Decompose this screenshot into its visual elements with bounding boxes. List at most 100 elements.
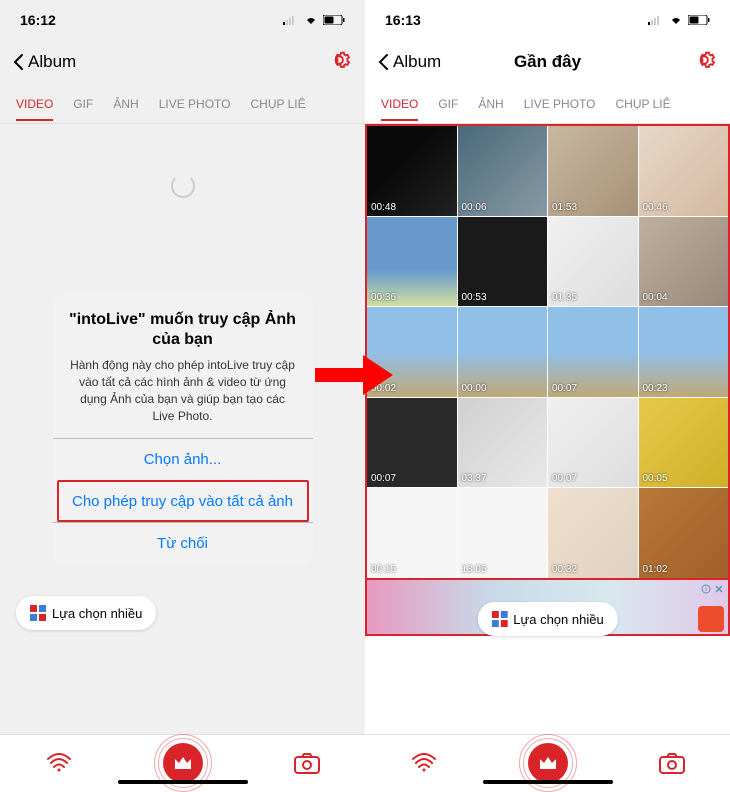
wifi-icon <box>303 15 319 25</box>
premium-button[interactable] <box>163 743 203 783</box>
content-area: 00:48 00:06 01:53 00:46 00:36 00:53 01:3500:04… <box>365 124 730 734</box>
tab-image[interactable]: ẢNH <box>478 87 503 121</box>
shopee-icon <box>698 606 724 632</box>
svg-text:i: i <box>705 587 706 593</box>
nav-bar: Album Gần đây <box>365 40 730 84</box>
video-thumbnail[interactable]: 00:23 <box>639 307 729 397</box>
status-bar: 16:13 <box>365 0 730 40</box>
multi-icon <box>491 611 507 627</box>
status-indicators <box>283 15 345 25</box>
status-time: 16:12 <box>20 12 56 28</box>
media-tabs: VIDEO GIF ẢNH LIVE PHOTO CHỤP LIÊ <box>0 84 365 124</box>
video-thumbnail[interactable]: 00:32 <box>548 488 638 578</box>
multi-select-label: Lựa chọn nhiều <box>513 612 603 627</box>
tab-gif[interactable]: GIF <box>73 87 93 121</box>
multi-select-button[interactable]: Lựa chọn nhiều <box>477 602 617 636</box>
settings-button[interactable] <box>331 49 353 76</box>
battery-icon <box>688 15 710 25</box>
dialog-deny-button[interactable]: Từ chối <box>53 522 313 564</box>
info-icon: i <box>701 584 711 594</box>
wifi-button[interactable] <box>46 753 72 773</box>
camera-icon <box>659 752 685 774</box>
multi-icon <box>30 605 46 621</box>
video-duration: 00:48 <box>371 202 396 213</box>
video-duration: 00:15 <box>371 564 396 575</box>
video-thumbnail[interactable]: 00:48 <box>367 126 457 216</box>
video-thumbnail[interactable]: 00:07 <box>548 307 638 397</box>
crown-icon <box>173 755 193 771</box>
tab-video[interactable]: VIDEO <box>16 87 53 121</box>
tab-image[interactable]: ẢNH <box>113 87 138 121</box>
chevron-left-icon <box>12 53 24 71</box>
video-duration: 00:53 <box>462 292 487 303</box>
video-duration: 00:46 <box>643 202 668 213</box>
video-thumbnail[interactable]: 00:53 <box>458 217 548 307</box>
tab-gif[interactable]: GIF <box>438 87 458 121</box>
wifi-button[interactable] <box>411 753 437 773</box>
signal-icon <box>648 15 664 25</box>
camera-icon <box>294 752 320 774</box>
camera-button[interactable] <box>294 752 320 774</box>
settings-button[interactable] <box>696 49 718 76</box>
back-label: Album <box>393 52 441 72</box>
permission-dialog-overlay: "intoLive" muốn truy cập Ảnh của bạn Hàn… <box>0 124 365 734</box>
video-duration: 00:05 <box>643 473 668 484</box>
video-duration: 00:00 <box>462 383 487 394</box>
home-indicator[interactable] <box>483 780 613 784</box>
gear-icon <box>696 49 718 71</box>
video-thumbnail[interactable]: 00:05 <box>639 398 729 488</box>
tab-livephoto[interactable]: LIVE PHOTO <box>159 87 231 121</box>
video-duration: 01:53 <box>552 202 577 213</box>
dialog-allow-all-button[interactable]: Cho phép truy cập vào tất cả ảnh <box>57 480 309 522</box>
ad-label[interactable]: i <box>701 584 724 594</box>
premium-button[interactable] <box>528 743 568 783</box>
video-thumbnail[interactable]: 00:46 <box>639 126 729 216</box>
media-tabs: VIDEO GIF ẢNH LIVE PHOTO CHỤP LIÊ <box>365 84 730 124</box>
video-thumbnail[interactable]: 01:53 <box>548 126 638 216</box>
video-thumbnail[interactable]: 00:06 <box>458 126 548 216</box>
back-button[interactable]: Album <box>377 52 441 72</box>
tab-burst[interactable]: CHỤP LIÊ <box>251 87 306 121</box>
video-duration: 00:36 <box>371 292 396 303</box>
video-duration: 00:07 <box>552 383 577 394</box>
chevron-left-icon <box>377 53 389 71</box>
status-indicators <box>648 15 710 25</box>
status-time: 16:13 <box>385 12 421 28</box>
dialog-title: "intoLive" muốn truy cập Ảnh của bạn <box>69 310 297 352</box>
video-thumbnail[interactable]: 03:37 <box>458 398 548 488</box>
close-icon <box>714 584 724 594</box>
signal-icon <box>283 15 299 25</box>
crown-icon <box>538 755 558 771</box>
video-duration: 00:23 <box>643 383 668 394</box>
content-area: "intoLive" muốn truy cập Ảnh của bạn Hàn… <box>0 124 365 734</box>
tab-burst[interactable]: CHỤP LIÊ <box>616 87 671 121</box>
dialog-body: Hành động này cho phép intoLive truy cập… <box>53 351 313 438</box>
video-duration: 13:05 <box>462 564 487 575</box>
multi-select-button[interactable]: Lựa chọn nhiều <box>16 596 156 630</box>
video-duration: 00:07 <box>371 473 396 484</box>
tab-livephoto[interactable]: LIVE PHOTO <box>524 87 596 121</box>
arrow-annotation <box>315 350 395 400</box>
video-duration: 03:37 <box>462 473 487 484</box>
dialog-select-photos-button[interactable]: Chọn ảnh... <box>53 438 313 480</box>
video-thumbnail[interactable]: 00:07 <box>367 398 457 488</box>
home-indicator[interactable] <box>118 780 248 784</box>
back-button[interactable]: Album <box>12 52 76 72</box>
video-thumbnail[interactable]: 00:07 <box>548 398 638 488</box>
tab-video[interactable]: VIDEO <box>381 87 418 121</box>
nav-bar: Album <box>0 40 365 84</box>
wifi-icon <box>46 753 72 773</box>
gear-icon <box>331 49 353 71</box>
screen-permission: 16:12 Album VIDEO GIF ẢNH LIVE PHOTO CHỤ… <box>0 0 365 790</box>
video-thumbnail[interactable]: 00:04 <box>639 217 729 307</box>
video-thumbnail[interactable]: 01:35 <box>548 217 638 307</box>
video-thumbnail[interactable]: 00:36 <box>367 217 457 307</box>
back-label: Album <box>28 52 76 72</box>
video-thumbnail[interactable]: 13:05 <box>458 488 548 578</box>
video-thumbnail[interactable]: 01:02 <box>639 488 729 578</box>
wifi-icon <box>411 753 437 773</box>
camera-button[interactable] <box>659 752 685 774</box>
wifi-icon <box>668 15 684 25</box>
video-thumbnail[interactable]: 00:00 <box>458 307 548 397</box>
video-thumbnail[interactable]: 00:15 <box>367 488 457 578</box>
